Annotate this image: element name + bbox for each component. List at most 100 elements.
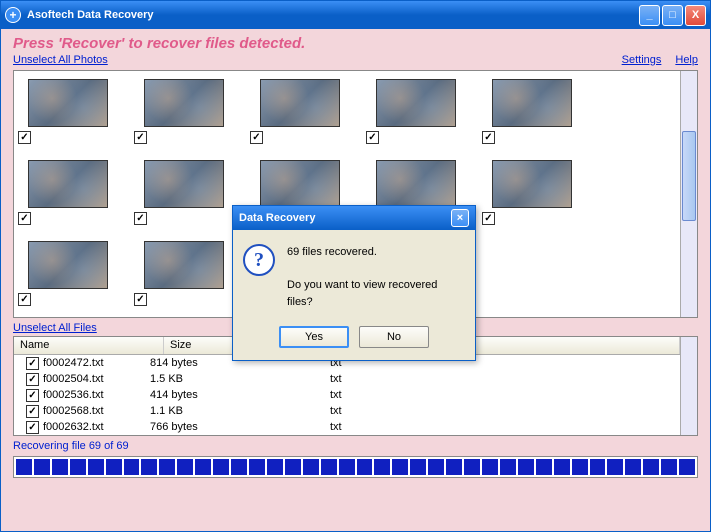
photo-checkbox[interactable] (482, 131, 495, 144)
dialog-line1: 69 files recovered. (287, 244, 465, 261)
file-checkbox[interactable] (26, 373, 39, 386)
progress-segment (231, 459, 247, 475)
photo-scrollbar[interactable] (680, 71, 697, 317)
minimize-button[interactable]: _ (639, 5, 660, 26)
file-size: 766 bytes (144, 421, 324, 433)
file-checkbox[interactable] (26, 405, 39, 418)
photo-checkbox[interactable] (18, 293, 31, 306)
file-ext: txt (324, 421, 680, 433)
dialog-text: 69 files recovered. Do you want to view … (287, 244, 465, 310)
photo-thumbnail[interactable] (376, 160, 456, 208)
unselect-all-files-link[interactable]: Unselect All Files (13, 322, 97, 334)
table-row[interactable]: f0002536.txt414 bytestxt (14, 387, 680, 403)
progress-segment (285, 459, 301, 475)
photo-thumbnail[interactable] (260, 160, 340, 208)
file-name: f0002504.txt (43, 373, 104, 385)
photo-checkbox[interactable] (482, 212, 495, 225)
progress-segment (321, 459, 337, 475)
photo-item[interactable] (134, 160, 226, 225)
progress-segment (410, 459, 426, 475)
progress-segment (607, 459, 623, 475)
photo-checkbox[interactable] (366, 131, 379, 144)
photo-thumbnail[interactable] (376, 79, 456, 127)
photo-item[interactable] (250, 79, 342, 144)
file-checkbox[interactable] (26, 389, 39, 402)
file-ext: txt (324, 389, 680, 401)
window-controls: _ □ X (639, 5, 706, 26)
photo-thumbnail[interactable] (28, 79, 108, 127)
progress-segment (249, 459, 265, 475)
scrollbar-thumb[interactable] (682, 131, 696, 221)
photo-item[interactable] (18, 160, 110, 225)
photo-thumbnail[interactable] (492, 79, 572, 127)
progress-segment (482, 459, 498, 475)
photo-thumbnail[interactable] (144, 79, 224, 127)
table-row[interactable]: f0002504.txt1.5 KBtxt (14, 371, 680, 387)
photo-checkbox[interactable] (18, 212, 31, 225)
file-size: 414 bytes (144, 389, 324, 401)
dialog-title: Data Recovery (239, 212, 315, 224)
photo-checkbox[interactable] (250, 131, 263, 144)
photo-item[interactable] (18, 79, 110, 144)
table-row[interactable]: f0002568.txt 1.1 KBtxt (14, 403, 680, 419)
progress-segment (357, 459, 373, 475)
file-checkbox[interactable] (26, 421, 39, 434)
close-button[interactable]: X (685, 5, 706, 26)
maximize-button[interactable]: □ (662, 5, 683, 26)
photo-thumbnail[interactable] (260, 79, 340, 127)
file-name: f0002632.txt (43, 421, 104, 433)
progress-bar (13, 456, 698, 478)
progress-segment (303, 459, 319, 475)
progress-segment (679, 459, 695, 475)
progress-segment (141, 459, 157, 475)
instruction-text: Press 'Recover' to recover files detecte… (13, 35, 698, 52)
table-row[interactable]: f0002632.txt 766 bytestxt (14, 419, 680, 435)
settings-link[interactable]: Settings (622, 54, 662, 66)
progress-segment (536, 459, 552, 475)
header-name[interactable]: Name (14, 337, 164, 354)
photo-thumbnail[interactable] (144, 160, 224, 208)
progress-segment (590, 459, 606, 475)
file-size: 1.5 KB (144, 373, 324, 385)
progress-segment (34, 459, 50, 475)
progress-segment (392, 459, 408, 475)
file-name: f0002472.txt (43, 357, 104, 369)
photo-item[interactable] (366, 79, 458, 144)
progress-segment (88, 459, 104, 475)
no-button[interactable]: No (359, 326, 429, 348)
close-icon: × (457, 212, 463, 224)
photo-item[interactable] (134, 79, 226, 144)
photo-thumbnail[interactable] (28, 241, 108, 289)
photo-checkbox[interactable] (18, 131, 31, 144)
progress-segment (554, 459, 570, 475)
progress-segment (213, 459, 229, 475)
photo-item[interactable] (18, 241, 110, 306)
photo-checkbox[interactable] (134, 212, 147, 225)
help-link[interactable]: Help (675, 54, 698, 66)
yes-button[interactable]: Yes (279, 326, 349, 348)
photo-item[interactable] (134, 241, 226, 306)
progress-segment (177, 459, 193, 475)
progress-segment (159, 459, 175, 475)
progress-segment (661, 459, 677, 475)
progress-segment (339, 459, 355, 475)
file-checkbox[interactable] (26, 357, 39, 370)
photo-thumbnail[interactable] (492, 160, 572, 208)
file-scrollbar[interactable] (680, 337, 697, 435)
file-size: 1.1 KB (144, 405, 324, 417)
photo-checkbox[interactable] (134, 293, 147, 306)
photo-checkbox[interactable] (134, 131, 147, 144)
progress-segment (70, 459, 86, 475)
photo-thumbnail[interactable] (28, 160, 108, 208)
progress-segment (500, 459, 516, 475)
dialog-close-button[interactable]: × (451, 209, 469, 227)
window-title: Asoftech Data Recovery (27, 9, 639, 21)
photo-thumbnail[interactable] (144, 241, 224, 289)
photo-item[interactable] (482, 79, 574, 144)
file-ext: txt (324, 405, 680, 417)
photo-item[interactable] (482, 160, 574, 225)
file-name: f0002568.txt (43, 405, 104, 417)
unselect-all-photos-link[interactable]: Unselect All Photos (13, 54, 108, 66)
dialog-line2: Do you want to view recovered files? (287, 277, 465, 310)
question-icon: ? (243, 244, 275, 276)
